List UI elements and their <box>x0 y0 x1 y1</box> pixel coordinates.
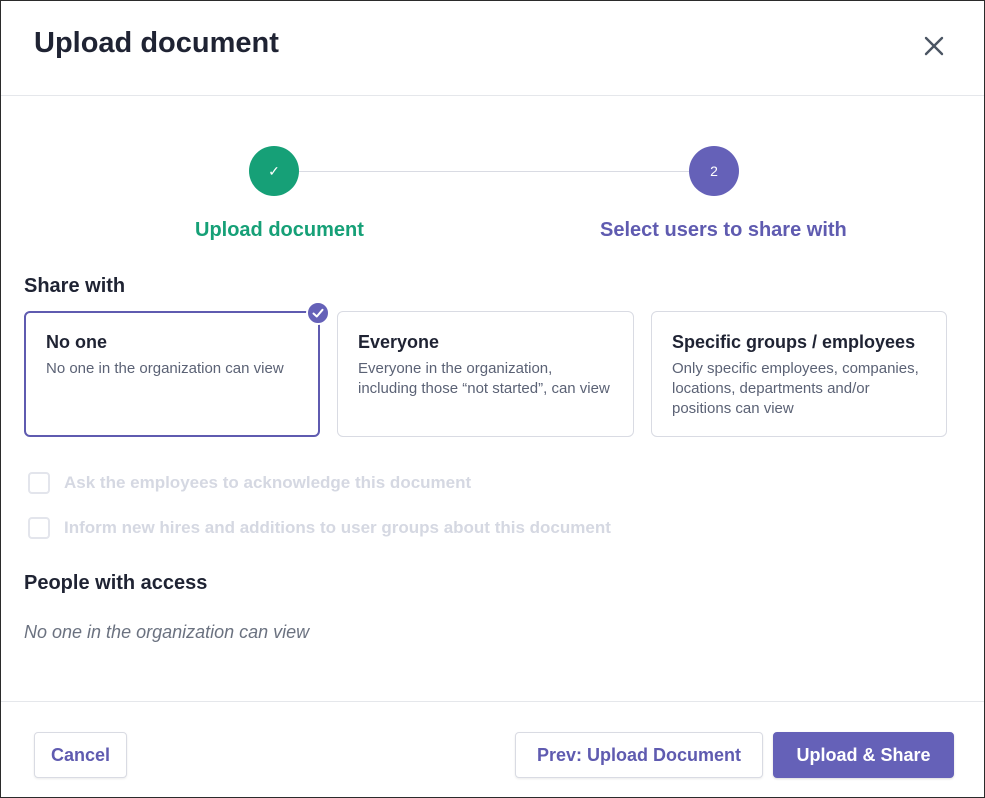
inform-new-hires-checkbox-label: Inform new hires and additions to user g… <box>64 518 611 537</box>
step-2-label: Select users to share with <box>600 219 847 241</box>
inform-new-hires-checkbox-row: Inform new hires and additions to user g… <box>28 516 611 540</box>
close-button[interactable] <box>919 31 949 61</box>
upload-and-share-button[interactable]: Upload & Share <box>773 732 954 778</box>
stepper-connector <box>299 171 689 172</box>
share-option-title: Specific groups / employees <box>672 332 916 352</box>
acknowledge-checkbox[interactable] <box>28 472 50 494</box>
share-option-no-one[interactable]: No one No one in the organization can vi… <box>24 311 320 437</box>
step-2-indicator: 2 <box>689 146 739 196</box>
share-option-title: No one <box>46 332 107 352</box>
share-option-description: No one in the organization can view <box>46 360 284 377</box>
share-option-title: Everyone <box>358 332 440 352</box>
selected-check-icon <box>306 301 330 325</box>
step-2-number: 2 <box>710 163 718 179</box>
inform-new-hires-checkbox[interactable] <box>28 517 50 539</box>
people-with-access-heading: People with access <box>24 572 208 594</box>
acknowledge-checkbox-row: Ask the employees to acknowledge this do… <box>28 471 471 495</box>
share-with-heading: Share with <box>24 275 126 297</box>
step-1-indicator: ✓ <box>249 146 299 196</box>
share-option-description: Everyone in the organization, including … <box>358 360 610 397</box>
step-1-label: Upload document <box>195 219 364 241</box>
acknowledge-checkbox-label: Ask the employees to acknowledge this do… <box>64 473 472 492</box>
close-icon <box>924 36 944 56</box>
check-icon: ✓ <box>268 162 280 179</box>
dialog-title: Upload document <box>34 27 279 59</box>
share-option-description: Only specific employees, companies, loca… <box>672 360 919 417</box>
share-option-specific-groups[interactable]: Specific groups / employees Only specifi… <box>651 311 947 437</box>
dialog-header: Upload document <box>1 1 984 96</box>
upload-document-dialog: Upload document ✓ 2 Upload document Sele… <box>0 0 985 798</box>
people-with-access-value: No one in the organization can view <box>24 622 310 642</box>
share-option-everyone[interactable]: Everyone Everyone in the organization, i… <box>337 311 634 437</box>
prev-upload-document-button[interactable]: Prev: Upload Document <box>515 732 763 778</box>
cancel-button[interactable]: Cancel <box>34 732 127 778</box>
